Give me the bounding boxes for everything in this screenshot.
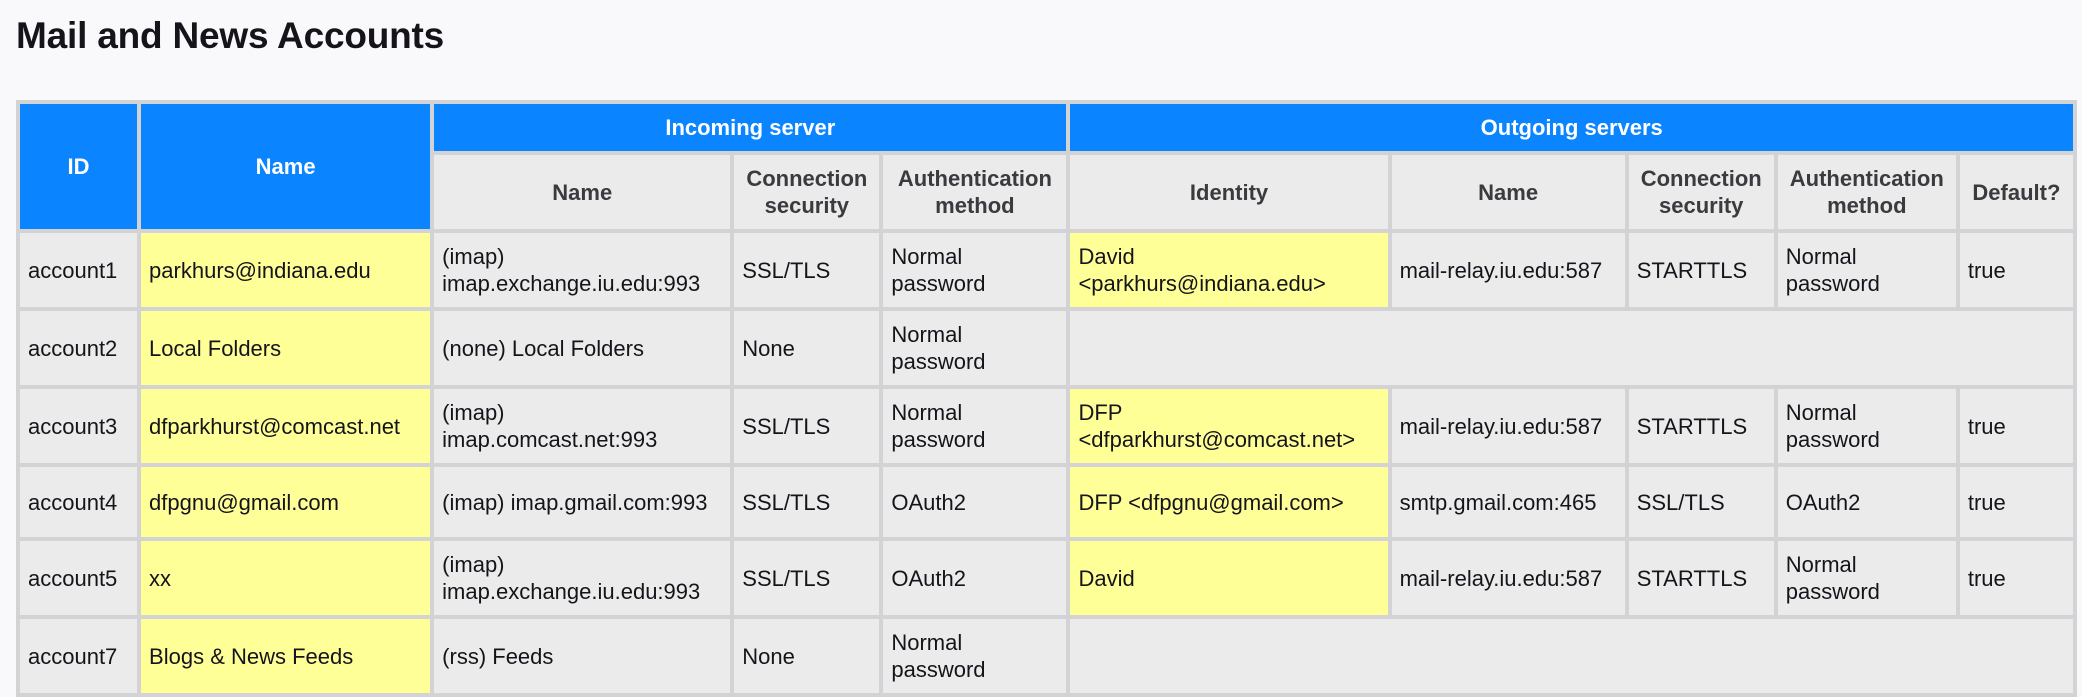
accounts-table: ID Name Incoming server Outgoing servers… xyxy=(16,100,2077,697)
cell-incoming-name: (rss) Feeds xyxy=(434,619,731,693)
cell-incoming-security: SSL/TLS xyxy=(734,467,880,537)
cell-outgoing-security: STARTTLS xyxy=(1628,233,1774,307)
cell-incoming-name: (imap) imap.gmail.com:993 xyxy=(434,467,731,537)
cell-outgoing-name: smtp.gmail.com:465 xyxy=(1391,467,1625,537)
cell-incoming-name: (imap) imap.comcast.net:993 xyxy=(434,389,731,463)
accounts-page: Mail and News Accounts ID Name Incoming … xyxy=(0,0,2082,697)
page-title: Mail and News Accounts xyxy=(16,15,445,56)
cell-incoming-name: (imap) imap.exchange.iu.edu:993 xyxy=(434,233,731,307)
cell-incoming-name: (none) Local Folders xyxy=(434,311,731,385)
cell-outgoing-identity: David xyxy=(1070,541,1388,615)
table-row: account3 dfparkhurst@comcast.net (imap) … xyxy=(20,389,2073,463)
cell-outgoing-name: mail-relay.iu.edu:587 xyxy=(1391,389,1625,463)
cell-account-name: Local Folders xyxy=(141,311,431,385)
cell-incoming-name: (imap) imap.exchange.iu.edu:993 xyxy=(434,541,731,615)
cell-account-name: Blogs & News Feeds xyxy=(141,619,431,693)
cell-account-id: account4 xyxy=(20,467,138,537)
cell-incoming-security: None xyxy=(734,311,880,385)
cell-incoming-auth: OAuth2 xyxy=(883,467,1067,537)
header-incoming-name: Name xyxy=(434,155,731,229)
cell-incoming-auth: Normal password xyxy=(883,389,1067,463)
cell-account-id: account7 xyxy=(20,619,138,693)
header-incoming-security: Connection security xyxy=(734,155,880,229)
cell-outgoing-name: mail-relay.iu.edu:587 xyxy=(1391,541,1625,615)
cell-outgoing-auth: Normal password xyxy=(1777,233,1956,307)
cell-outgoing-default: true xyxy=(1959,467,2073,537)
cell-incoming-security: SSL/TLS xyxy=(734,541,880,615)
cell-outgoing-default: true xyxy=(1959,541,2073,615)
cell-outgoing-identity: DFP <dfparkhurst@comcast.net> xyxy=(1070,389,1388,463)
header-incoming-auth: Authentication method xyxy=(883,155,1067,229)
cell-outgoing-identity: David <parkhurs@indiana.edu> xyxy=(1070,233,1388,307)
header-row-groups: ID Name Incoming server Outgoing servers xyxy=(20,104,2073,229)
cell-outgoing-auth: OAuth2 xyxy=(1777,467,1956,537)
header-name: Name xyxy=(141,104,431,229)
cell-outgoing-default: true xyxy=(1959,233,2073,307)
cell-incoming-security: None xyxy=(734,619,880,693)
cell-outgoing-auth: Normal password xyxy=(1777,541,1956,615)
cell-account-name: xx xyxy=(141,541,431,615)
table-row: account7 Blogs & News Feeds (rss) Feeds … xyxy=(20,619,2073,693)
cell-outgoing-security: STARTTLS xyxy=(1628,389,1774,463)
table-row: account5 xx (imap) imap.exchange.iu.edu:… xyxy=(20,541,2073,615)
cell-incoming-security: SSL/TLS xyxy=(734,233,880,307)
cell-account-name: dfparkhurst@comcast.net xyxy=(141,389,431,463)
cell-account-id: account2 xyxy=(20,311,138,385)
header-outgoing-name: Name xyxy=(1391,155,1625,229)
cell-incoming-auth: Normal password xyxy=(883,233,1067,307)
cell-incoming-security: SSL/TLS xyxy=(734,389,880,463)
cell-account-id: account5 xyxy=(20,541,138,615)
cell-outgoing-auth: Normal password xyxy=(1777,389,1956,463)
header-outgoing-security: Connection security xyxy=(1628,155,1774,229)
header-outgoing-servers: Outgoing servers xyxy=(1070,104,2073,151)
table-row: account2 Local Folders (none) Local Fold… xyxy=(20,311,2073,385)
cell-incoming-auth: Normal password xyxy=(883,619,1067,693)
header-outgoing-identity: Identity xyxy=(1070,155,1388,229)
cell-incoming-auth: Normal password xyxy=(883,311,1067,385)
cell-account-name: parkhurs@indiana.edu xyxy=(141,233,431,307)
cell-outgoing-name: mail-relay.iu.edu:587 xyxy=(1391,233,1625,307)
cell-account-id: account1 xyxy=(20,233,138,307)
cell-outgoing-empty xyxy=(1070,311,2073,385)
cell-outgoing-security: SSL/TLS xyxy=(1628,467,1774,537)
header-id: ID xyxy=(20,104,138,229)
cell-outgoing-security: STARTTLS xyxy=(1628,541,1774,615)
header-incoming-server: Incoming server xyxy=(434,104,1067,151)
cell-outgoing-identity: DFP <dfpgnu@gmail.com> xyxy=(1070,467,1388,537)
header-outgoing-auth: Authentication method xyxy=(1777,155,1956,229)
cell-outgoing-default: true xyxy=(1959,389,2073,463)
cell-incoming-auth: OAuth2 xyxy=(883,541,1067,615)
cell-outgoing-empty xyxy=(1070,619,2073,693)
header-outgoing-default: Default? xyxy=(1959,155,2073,229)
cell-account-id: account3 xyxy=(20,389,138,463)
cell-account-name: dfpgnu@gmail.com xyxy=(141,467,431,537)
table-row: account1 parkhurs@indiana.edu (imap) ima… xyxy=(20,233,2073,307)
table-row: account4 dfpgnu@gmail.com (imap) imap.gm… xyxy=(20,467,2073,537)
